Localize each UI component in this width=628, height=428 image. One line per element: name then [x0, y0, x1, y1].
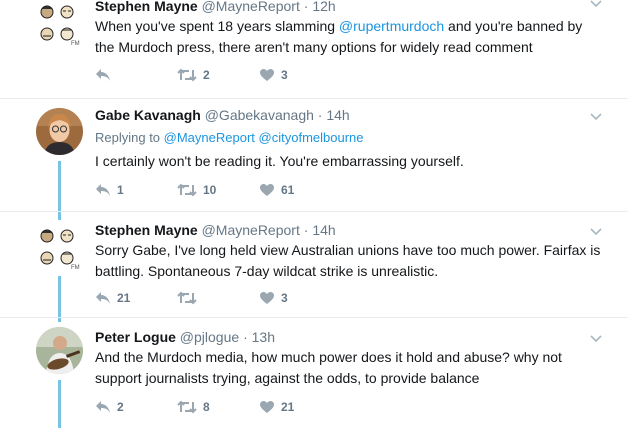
thread-line: [58, 318, 61, 322]
avatar[interactable]: [36, 327, 83, 374]
retweet-count: 2: [203, 68, 210, 82]
heart-icon: [260, 69, 274, 81]
reply-count: 21: [117, 291, 131, 305]
tweet-text: Sorry Gabe, I've long held view Australi…: [95, 242, 601, 279]
timestamp[interactable]: 13h: [252, 329, 275, 345]
cartoon-avatar-image: FMH: [36, 2, 80, 46]
replying-prefix: Replying to: [95, 130, 164, 145]
separator-dot: ·: [243, 329, 248, 345]
tweet-header: Peter Logue @pjlogue · 13h: [95, 329, 275, 346]
heart-icon: [260, 292, 274, 304]
svg-text:FMH: FMH: [71, 41, 80, 46]
tweet-4[interactable]: Peter Logue @pjlogue · 13h And the Murdo…: [0, 318, 628, 428]
author-handle[interactable]: @MayneReport: [202, 0, 300, 14]
retweet-icon: [177, 291, 197, 305]
like-button[interactable]: 3: [259, 68, 288, 82]
reply-count: 2: [117, 400, 124, 414]
thread-line: [58, 161, 61, 211]
separator-dot: ·: [317, 107, 323, 123]
cartoon-avatar-image: FMH: [36, 226, 80, 270]
reply-button[interactable]: 21: [95, 291, 130, 305]
retweet-button[interactable]: 8: [177, 400, 210, 414]
tweet-2[interactable]: Gabe Kavanagh @Gabekavanagh · 14h Replyi…: [0, 99, 628, 211]
replying-link-2[interactable]: @cityofmelbourne: [259, 130, 364, 145]
retweet-icon: [177, 68, 197, 82]
like-count: 21: [281, 400, 295, 414]
author-handle[interactable]: @Gabekavanagh: [205, 107, 314, 123]
author-name[interactable]: Peter Logue: [95, 329, 176, 345]
chevron-down-icon[interactable]: [590, 335, 602, 343]
retweet-button[interactable]: [177, 291, 203, 305]
retweet-icon: [177, 183, 197, 197]
reply-count: 1: [117, 183, 124, 197]
reply-button[interactable]: 2: [95, 400, 124, 414]
replying-to: Replying to @MayneReport @cityofmelbourn…: [95, 130, 364, 145]
timestamp[interactable]: 14h: [326, 107, 349, 123]
tweet-header: Stephen Mayne @MayneReport · 12h: [95, 0, 336, 15]
author-handle[interactable]: @pjlogue: [180, 329, 239, 345]
avatar[interactable]: FMH: [36, 2, 80, 46]
reply-icon: [96, 184, 110, 196]
timestamp[interactable]: 14h: [312, 222, 335, 238]
mention-link[interactable]: @rupertmurdoch: [339, 18, 444, 34]
tweet-1[interactable]: FMH Stephen Mayne @MayneReport · 12h Whe…: [0, 0, 628, 98]
retweet-button[interactable]: 10: [177, 183, 216, 197]
tweet-text: I certainly won't be reading it. You're …: [95, 153, 464, 169]
tweet-text-before: When you've spent 18 years slamming: [95, 18, 339, 34]
author-name[interactable]: Stephen Mayne: [95, 0, 198, 14]
avatar[interactable]: FMH: [36, 226, 80, 270]
heart-icon: [260, 401, 274, 413]
author-name[interactable]: Stephen Mayne: [95, 222, 198, 238]
tweet-3[interactable]: FMH Stephen Mayne @MayneReport · 14h Sor…: [0, 212, 628, 317]
retweet-icon: [177, 400, 197, 414]
thread-line: [58, 212, 61, 220]
heart-icon: [260, 184, 274, 196]
tweet-header: Gabe Kavanagh @Gabekavanagh · 14h: [95, 107, 350, 124]
avatar[interactable]: [36, 108, 83, 155]
reply-button[interactable]: [95, 68, 117, 82]
thread-line: [58, 276, 61, 317]
author-handle[interactable]: @MayneReport: [202, 222, 300, 238]
reply-icon: [96, 292, 110, 304]
author-name[interactable]: Gabe Kavanagh: [95, 107, 201, 123]
photo-avatar-image: [36, 327, 83, 374]
chevron-down-icon[interactable]: [590, 0, 602, 8]
chevron-down-icon[interactable]: [590, 228, 602, 236]
chevron-down-icon[interactable]: [590, 113, 602, 121]
reply-button[interactable]: 1: [95, 183, 124, 197]
like-button[interactable]: 3: [259, 291, 288, 305]
like-button[interactable]: 61: [259, 183, 294, 197]
tweet-text: When you've spent 18 years slamming @rup…: [95, 16, 605, 58]
thread-line: [58, 380, 61, 428]
separator-dot: ·: [303, 0, 309, 14]
photo-avatar-image: [36, 108, 83, 155]
like-count: 3: [281, 291, 288, 305]
like-count: 3: [281, 68, 288, 82]
tweet-text: And the Murdoch media, how much power do…: [95, 349, 562, 386]
timestamp[interactable]: 12h: [312, 0, 335, 14]
retweet-button[interactable]: 2: [177, 68, 210, 82]
like-count: 61: [281, 183, 295, 197]
replying-link-1[interactable]: @MayneReport: [164, 130, 255, 145]
like-button[interactable]: 21: [259, 400, 294, 414]
separator-dot: ·: [303, 222, 309, 238]
retweet-count: 8: [203, 400, 210, 414]
retweet-count: 10: [203, 183, 217, 197]
reply-icon: [96, 401, 110, 413]
reply-icon: [96, 69, 110, 81]
svg-text:FMH: FMH: [71, 265, 80, 270]
tweet-header: Stephen Mayne @MayneReport · 14h: [95, 222, 336, 239]
